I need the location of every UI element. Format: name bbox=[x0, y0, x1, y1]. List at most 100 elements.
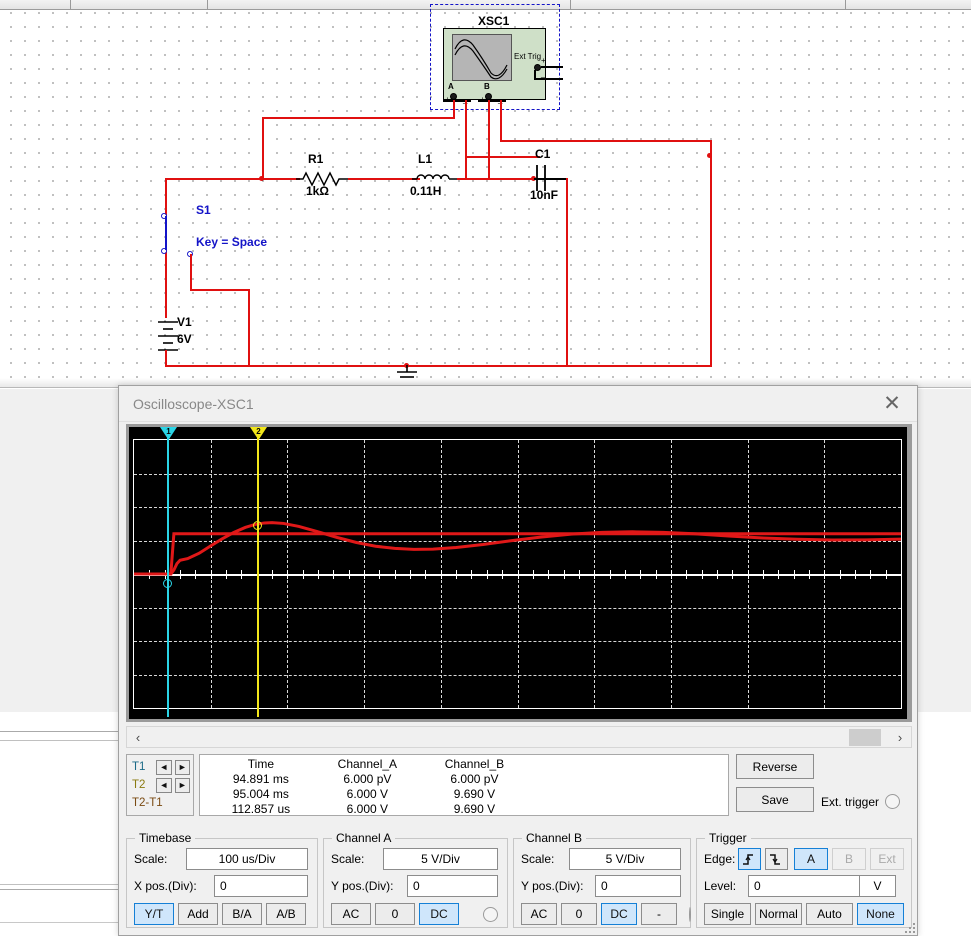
channel-a-coupling-0[interactable]: 0 bbox=[375, 903, 415, 925]
trigger-source-a[interactable]: A bbox=[794, 848, 828, 870]
timebase-mode-b-a[interactable]: B/A bbox=[222, 903, 262, 925]
cursor-t2-knob[interactable] bbox=[253, 521, 262, 530]
instrument-screen-icon bbox=[452, 34, 512, 81]
trigger-level-input[interactable]: 0 bbox=[748, 875, 860, 897]
waveform-display[interactable]: 1 2 bbox=[126, 424, 912, 722]
ext-trig-label: Ext Trig bbox=[514, 52, 542, 61]
channel-b-coupling-dc[interactable]: DC bbox=[601, 903, 637, 925]
channel-a-indicator[interactable] bbox=[483, 906, 498, 922]
ext-trigger-indicator[interactable] bbox=[885, 794, 901, 809]
wire-l1-c1 bbox=[457, 178, 534, 180]
cursor-t1-right-button[interactable]: ► bbox=[174, 759, 190, 775]
channel-a-scale-input[interactable]: 5 V/Div bbox=[383, 848, 498, 870]
ext-trig-plus-sign: + bbox=[541, 56, 546, 65]
cursor-t1-label: T1 bbox=[132, 761, 146, 773]
timebase-scale-input[interactable]: 100 us/Div bbox=[186, 848, 308, 870]
trigger-level-unit[interactable]: V bbox=[860, 875, 896, 897]
battery-icon[interactable] bbox=[152, 318, 182, 354]
wire-probe-b-v bbox=[488, 100, 490, 178]
measurement-header-row: Time Channel_A Channel_B bbox=[208, 756, 528, 771]
measurement-cell: 6.000 V bbox=[346, 786, 389, 801]
channel-b-coupling-0[interactable]: 0 bbox=[561, 903, 597, 925]
channel-a-coupling-ac[interactable]: AC bbox=[331, 903, 371, 925]
cursor-t2-right-button[interactable]: ► bbox=[174, 777, 190, 793]
trigger-mode-single[interactable]: Single bbox=[704, 903, 751, 925]
cursor-t1-knob[interactable] bbox=[163, 579, 172, 588]
cursor-t2-label: T2 bbox=[132, 779, 146, 791]
timebase-scale-label: Scale: bbox=[134, 852, 168, 866]
node-right bbox=[707, 153, 712, 158]
scrollbar-thumb[interactable] bbox=[849, 729, 881, 746]
scroll-left-icon[interactable]: ‹ bbox=[127, 727, 149, 747]
cursor-t2-left-button[interactable]: ◄ bbox=[156, 777, 172, 793]
channel-b-coupling--[interactable]: - bbox=[641, 903, 677, 925]
cursor-controls[interactable]: T1 ◄ ► T2 ◄ ► T2-T1 bbox=[126, 754, 194, 816]
waveform-traces bbox=[134, 440, 901, 708]
terminal-b[interactable] bbox=[485, 93, 492, 100]
inductor-icon[interactable] bbox=[412, 169, 457, 185]
measurement-row-0: 94.891 ms 6.000 pV 6.000 pV bbox=[208, 771, 528, 786]
trigger-level-label: Level: bbox=[704, 879, 737, 893]
wire-probe-a-h bbox=[262, 117, 455, 119]
ext-trig-lead-minus bbox=[534, 78, 563, 80]
measurement-cell: 6.000 V bbox=[346, 801, 389, 816]
measurement-header-2: Channel_B bbox=[444, 756, 505, 771]
scroll-right-icon[interactable]: › bbox=[889, 727, 911, 747]
scrollbar-track[interactable] bbox=[149, 727, 889, 747]
oscilloscope-window[interactable]: Oscilloscope-XSC1 ✕ 1 2 ‹ › T1 ◄ ► T2 ◄ … bbox=[118, 385, 918, 936]
channel-b-scale-input[interactable]: 5 V/Div bbox=[569, 848, 681, 870]
falling-edge-icon[interactable] bbox=[765, 848, 788, 870]
timebase-title: Timebase bbox=[135, 831, 196, 845]
display-scrollbar[interactable]: ‹ › bbox=[126, 726, 912, 748]
ext-trig-lead-drop bbox=[534, 70, 536, 79]
timebase-mode-add[interactable]: Add bbox=[178, 903, 218, 925]
wire-switch-to-gnd bbox=[248, 289, 250, 366]
wire-switch-down bbox=[190, 254, 192, 290]
rising-edge-icon[interactable] bbox=[738, 848, 762, 870]
node-r1-left bbox=[259, 176, 264, 181]
trigger-mode-normal[interactable]: Normal bbox=[755, 903, 802, 925]
channel-a-coupling-dc[interactable]: DC bbox=[419, 903, 459, 925]
measurement-row: T1 ◄ ► T2 ◄ ► T2-T1 Time Channel_A Channel… bbox=[126, 754, 912, 816]
reverse-button[interactable]: Reverse bbox=[736, 754, 814, 779]
channel-b-ypos-input[interactable]: 0 bbox=[595, 875, 681, 897]
measurement-body: 94.891 ms 6.000 pV 6.000 pV 95.004 ms 6.000 … bbox=[208, 771, 528, 816]
timebase-mode-a-b[interactable]: A/B bbox=[266, 903, 306, 925]
wire-right-rail bbox=[710, 140, 712, 366]
trigger-mode-none[interactable]: None bbox=[857, 903, 904, 925]
channel-b-indicator[interactable] bbox=[689, 906, 691, 922]
channel-a-ypos-input[interactable]: 0 bbox=[407, 875, 498, 897]
rising-edge-glyph bbox=[743, 853, 754, 865]
cursor-t1-line[interactable] bbox=[167, 429, 169, 717]
channel-a-coupling-buttons: AC 0 DC bbox=[331, 903, 459, 925]
channel-b-coupling-ac[interactable]: AC bbox=[521, 903, 557, 925]
window-title-bar[interactable]: Oscilloscope-XSC1 ✕ bbox=[119, 386, 917, 422]
timebase-xpos-input[interactable]: 0 bbox=[214, 875, 308, 897]
trigger-source-ext[interactable]: Ext bbox=[870, 848, 904, 870]
sine-wave-icon bbox=[454, 39, 508, 80]
wire-v1-bottom bbox=[165, 350, 167, 366]
trigger-mode-auto[interactable]: Auto bbox=[806, 903, 853, 925]
lower-panel-list[interactable] bbox=[0, 740, 120, 885]
channel-b-coupling-buttons: AC 0 DC - bbox=[521, 903, 677, 925]
wire-probe-b-h bbox=[500, 140, 712, 142]
save-button[interactable]: Save bbox=[736, 787, 814, 812]
lower-divider-2 bbox=[0, 889, 120, 890]
resize-grip[interactable] bbox=[903, 921, 915, 933]
close-icon[interactable]: ✕ bbox=[869, 387, 915, 421]
terminal-a[interactable] bbox=[450, 93, 457, 100]
trigger-source-b[interactable]: B bbox=[832, 848, 866, 870]
cursor-t2-line[interactable] bbox=[257, 429, 259, 717]
wire-left-top bbox=[165, 178, 300, 180]
lower-divider-1 bbox=[0, 731, 120, 732]
timebase-xpos-label: X pos.(Div): bbox=[134, 879, 197, 893]
timebase-mode-buttons: Y/T Add B/A A/B bbox=[127, 903, 317, 925]
wire-v1-top bbox=[165, 255, 167, 318]
channel-b-scale-label: Scale: bbox=[521, 852, 555, 866]
component-l1-value: 0.11H bbox=[410, 184, 442, 198]
cursor-t1-left-button[interactable]: ◄ bbox=[156, 759, 172, 775]
trigger-source-buttons: A B Ext bbox=[788, 848, 904, 870]
timebase-mode-y-t[interactable]: Y/T bbox=[134, 903, 174, 925]
resistor-icon[interactable] bbox=[296, 169, 348, 189]
ext-trig-minus-sign: _ bbox=[541, 69, 546, 78]
